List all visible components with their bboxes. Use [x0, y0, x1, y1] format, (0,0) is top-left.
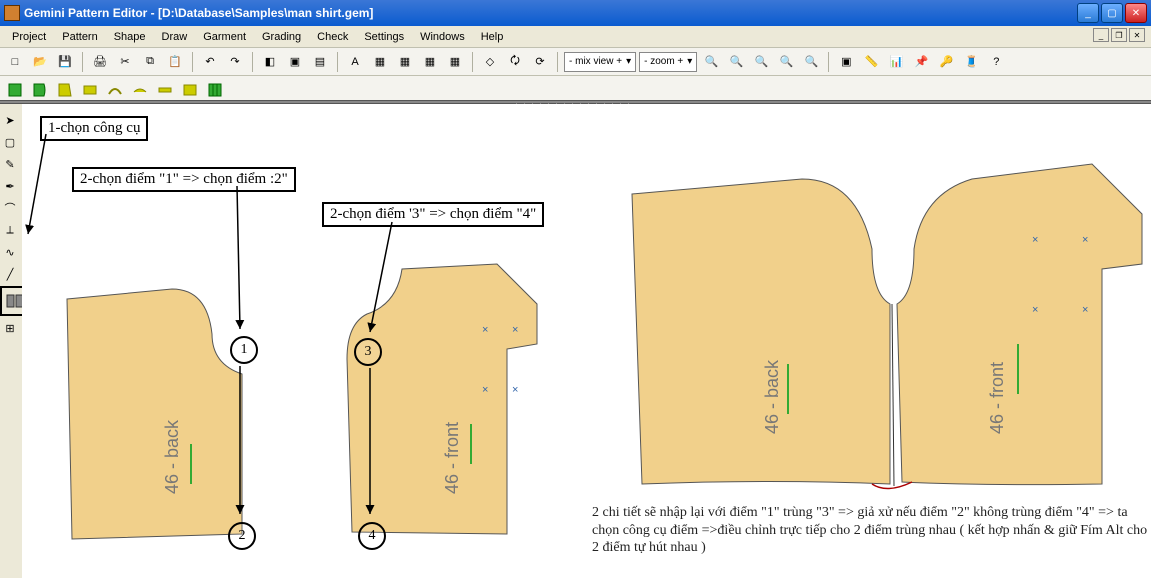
menu-grading[interactable]: Grading	[254, 28, 309, 46]
key-icon[interactable]: 🔑	[935, 51, 957, 73]
seam-tool-icon[interactable]: ⌒	[0, 198, 20, 218]
mdi-restore-button[interactable]: ❐	[1111, 28, 1127, 42]
mdi-close-button[interactable]: ✕	[1129, 28, 1145, 42]
pin-icon[interactable]: 📌	[910, 51, 932, 73]
menu-shape[interactable]: Shape	[106, 28, 154, 46]
shape-icon[interactable]	[154, 79, 176, 101]
grid-small-icon[interactable]	[204, 79, 226, 101]
edit-tool-icon[interactable]: ✎	[0, 154, 20, 174]
chart-icon[interactable]: 📊	[885, 51, 907, 73]
shape-icon[interactable]: ◇	[479, 51, 501, 73]
separator	[828, 52, 829, 72]
pattern-piece-combined[interactable]	[622, 134, 1151, 504]
separator	[337, 52, 338, 72]
separator	[472, 52, 473, 72]
grid-icon[interactable]: ▦	[369, 51, 391, 73]
separator	[82, 52, 83, 72]
new-file-icon[interactable]: □	[4, 51, 26, 73]
app-icon	[4, 5, 20, 21]
side-toolbar: ➤ ▢ ✎ ✒ ⌒ ⟂ ∿ ╱ ⊞	[0, 104, 22, 338]
window-controls: _ ▢ ✕	[1077, 3, 1147, 23]
piece-icon[interactable]	[29, 79, 51, 101]
rotate-icon[interactable]: 🗘	[504, 51, 526, 73]
mixview-dropdown[interactable]: - mix view +▾	[564, 52, 636, 72]
curve-icon[interactable]	[104, 79, 126, 101]
zoom-icon[interactable]: 🔍	[800, 51, 822, 73]
window-title: Gemini Pattern Editor - [D:\Database\Sam…	[24, 6, 1077, 20]
point-marker: ×	[1082, 234, 1088, 246]
maximize-button[interactable]: ▢	[1101, 3, 1123, 23]
refresh-icon[interactable]: ⟳	[529, 51, 551, 73]
copy-icon[interactable]: ⧉	[139, 51, 161, 73]
piece-select-icon[interactable]	[4, 79, 26, 101]
shape-icon[interactable]	[179, 79, 201, 101]
zoom-in-icon[interactable]: 🔍	[700, 51, 722, 73]
zoom-icon[interactable]: 🔍	[775, 51, 797, 73]
cut-icon[interactable]: ✂	[114, 51, 136, 73]
open-file-icon[interactable]: 📂	[29, 51, 51, 73]
undo-icon[interactable]: ↶	[199, 51, 221, 73]
menu-pattern[interactable]: Pattern	[54, 28, 105, 46]
menu-check[interactable]: Check	[309, 28, 356, 46]
drawing-canvas[interactable]: 46 - back 46 - front × × × × 46 - back 4…	[22, 104, 1151, 578]
piece-label-front-2: 46 - front	[987, 362, 1008, 434]
chevron-down-icon: ▾	[687, 56, 692, 67]
text-icon[interactable]: A	[344, 51, 366, 73]
line-tool-icon[interactable]: ╱	[0, 264, 20, 284]
tool-icon[interactable]: ▤	[309, 51, 331, 73]
window-titlebar: Gemini Pattern Editor - [D:\Database\Sam…	[0, 0, 1151, 26]
tool-icon[interactable]: ▣	[284, 51, 306, 73]
piece-label-back-2: 46 - back	[762, 360, 783, 434]
piece-icon[interactable]	[79, 79, 101, 101]
separator	[557, 52, 558, 72]
grainline	[1017, 344, 1019, 394]
menu-garment[interactable]: Garment	[195, 28, 254, 46]
grainline	[787, 364, 789, 414]
menu-draw[interactable]: Draw	[154, 28, 196, 46]
menu-help[interactable]: Help	[473, 28, 512, 46]
curve-tool-icon[interactable]: ∿	[0, 242, 20, 262]
minimize-button[interactable]: _	[1077, 3, 1099, 23]
menu-project[interactable]: Project	[4, 28, 54, 46]
zoom-fit-icon[interactable]: 🔍	[750, 51, 772, 73]
annotation-note: 2 chi tiết sẽ nhập lại với điểm "1" trùn…	[592, 504, 1151, 557]
piece-icon[interactable]	[54, 79, 76, 101]
point-marker: ×	[1032, 234, 1038, 246]
redo-icon[interactable]: ↷	[224, 51, 246, 73]
point-marker: ×	[1032, 304, 1038, 316]
main-toolbar: □ 📂 💾 🖨 ✂ ⧉ 📋 ↶ ↷ ◧ ▣ ▤ A ▦ ▦ ▦ ▦ ◇ 🗘 ⟳ …	[0, 48, 1151, 76]
table-icon[interactable]: ▦	[394, 51, 416, 73]
mdi-minimize-button[interactable]: _	[1093, 28, 1109, 42]
pointer-tool-icon[interactable]: ➤	[0, 110, 20, 130]
separator	[252, 52, 253, 72]
point-marker: ×	[1082, 304, 1088, 316]
zoom-out-icon[interactable]: 🔍	[725, 51, 747, 73]
curve-icon[interactable]	[129, 79, 151, 101]
chevron-down-icon: ▾	[626, 56, 631, 67]
tool-icon[interactable]: ⊞	[0, 318, 20, 338]
tool-icon[interactable]: ▦	[444, 51, 466, 73]
help-icon[interactable]: ?	[985, 51, 1007, 73]
select-tool-icon[interactable]: ▢	[0, 132, 20, 152]
zoom-dropdown[interactable]: - zoom +▾	[639, 52, 697, 72]
paste-icon[interactable]: 📋	[164, 51, 186, 73]
tool-icon[interactable]: ◧	[259, 51, 281, 73]
layer-icon[interactable]: ▣	[835, 51, 857, 73]
close-button[interactable]: ✕	[1125, 3, 1147, 23]
menu-bar: Project Pattern Shape Draw Garment Gradi…	[0, 26, 1151, 48]
print-icon[interactable]: 🖨	[89, 51, 111, 73]
pen-tool-icon[interactable]: ✒	[0, 176, 20, 196]
save-file-icon[interactable]: 💾	[54, 51, 76, 73]
menu-windows[interactable]: Windows	[412, 28, 473, 46]
pattern-icon[interactable]: 🧵	[960, 51, 982, 73]
separator	[192, 52, 193, 72]
tool-icon[interactable]: ▦	[419, 51, 441, 73]
notch-tool-icon[interactable]: ⟂	[0, 220, 20, 240]
annotation-arrows	[22, 104, 582, 574]
measure-icon[interactable]: 📏	[860, 51, 882, 73]
menu-settings[interactable]: Settings	[356, 28, 412, 46]
